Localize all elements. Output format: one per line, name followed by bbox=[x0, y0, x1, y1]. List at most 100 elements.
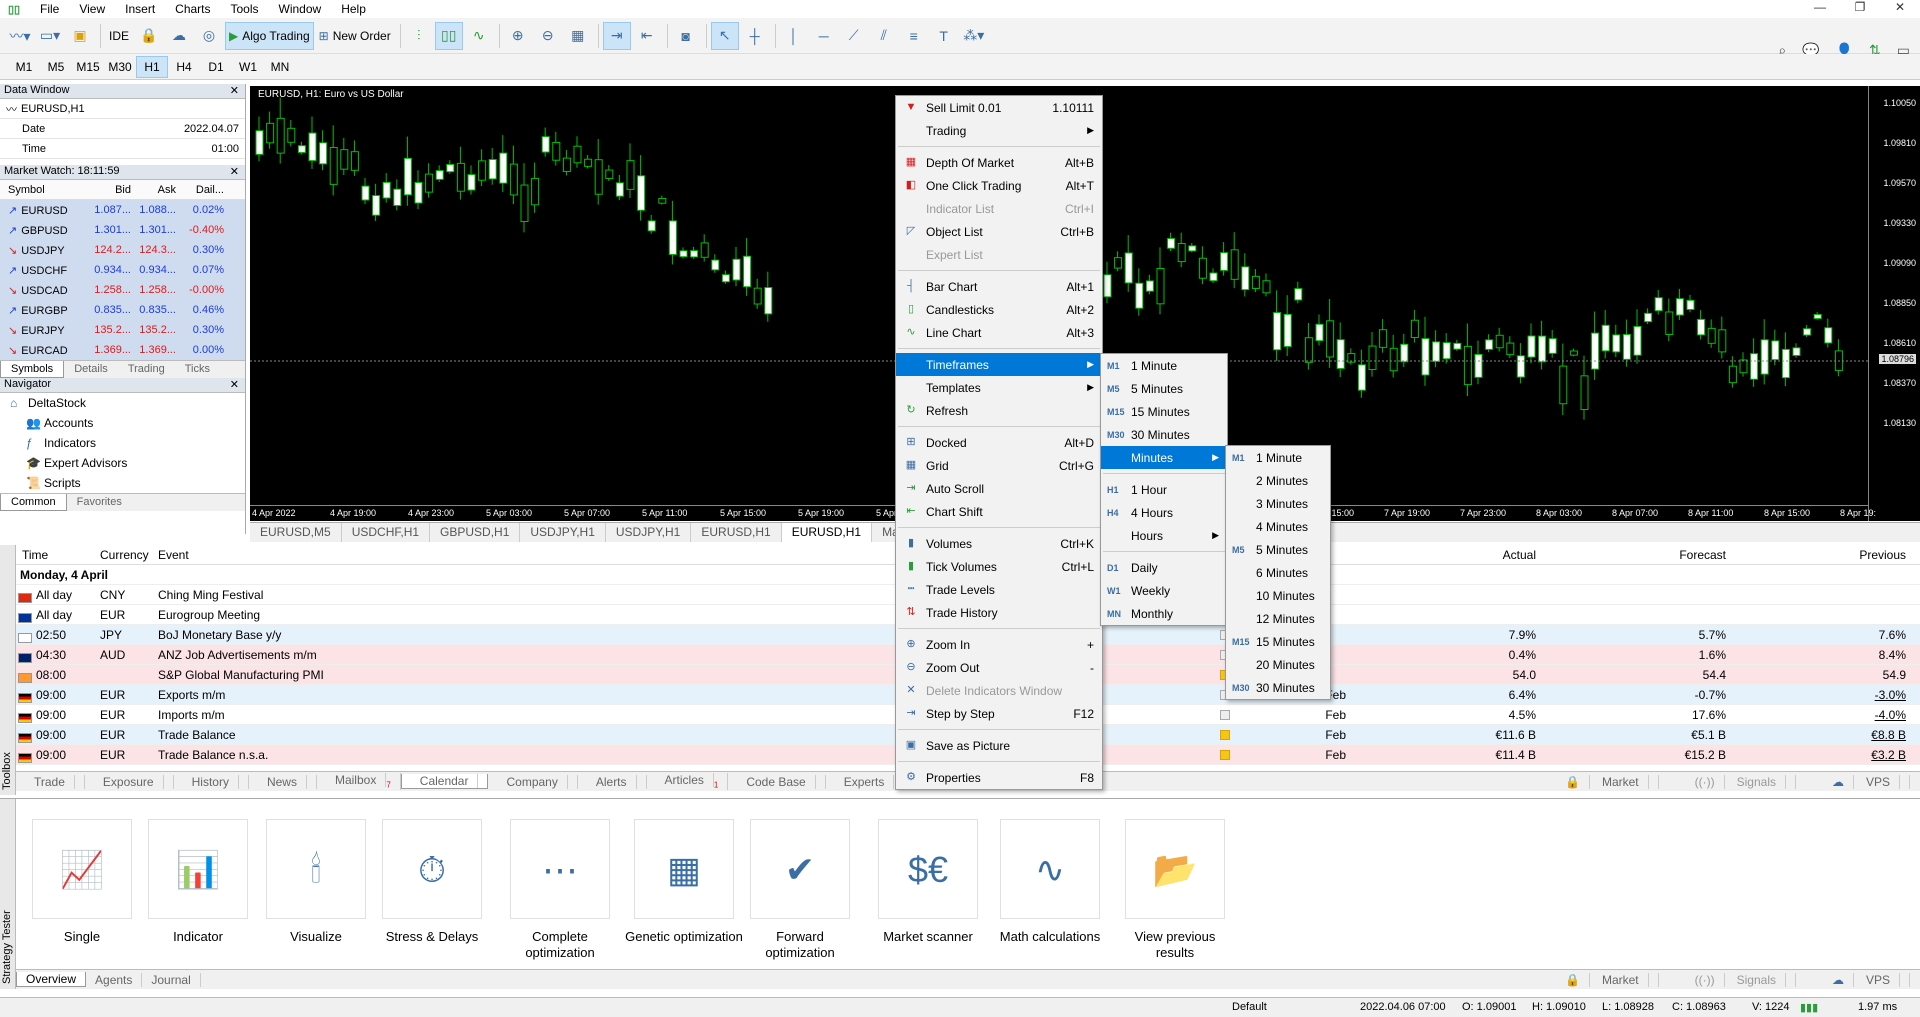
chart-tab[interactable]: USDJPY,H1 bbox=[606, 523, 692, 542]
signals-icon[interactable]: ◎ bbox=[195, 22, 223, 50]
close-icon[interactable]: ✕ bbox=[230, 84, 239, 98]
tf-item-20-minutes[interactable]: 20 Minutes bbox=[1226, 653, 1330, 676]
navigator-item[interactable]: ⌂ DeltaStock bbox=[0, 393, 245, 413]
close-icon[interactable]: ✕ bbox=[230, 165, 239, 179]
ctx-item-properties[interactable]: ⚙ Properties F8 bbox=[896, 766, 1102, 789]
screenshot-icon[interactable]: ◙ bbox=[672, 22, 700, 50]
market-watch-row[interactable]: ↗ EURUSD 1.087... 1.088... 0.02% bbox=[0, 200, 245, 220]
ctx-item-templates[interactable]: Templates ▶ bbox=[896, 376, 1102, 399]
ide-button[interactable]: IDE bbox=[105, 22, 133, 50]
navigator-item[interactable]: 📜 Scripts bbox=[0, 473, 245, 493]
menu-help[interactable]: Help bbox=[341, 2, 366, 16]
market-watch-row[interactable]: ↗ USDCHF 0.934... 0.934... 0.07% bbox=[0, 260, 245, 280]
auto-scroll-icon[interactable]: ⇥ bbox=[602, 21, 631, 50]
tf-item-5-minutes[interactable]: M5 5 Minutes bbox=[1226, 538, 1330, 561]
ctx-item-sell-limit-0-01[interactable]: ▼ Sell Limit 0.01 1.10111 bbox=[896, 96, 1102, 119]
ctx-item-refresh[interactable]: ↻ Refresh bbox=[896, 399, 1102, 422]
ctx-item-save-as-picture[interactable]: ▣ Save as Picture bbox=[896, 734, 1102, 757]
tab-history[interactable]: History bbox=[174, 774, 249, 789]
shapes-icon[interactable]: ⁂▾ bbox=[960, 22, 988, 50]
lock-icon[interactable]: 🔒 bbox=[135, 22, 163, 50]
tile-icon[interactable]: ▦ bbox=[564, 22, 592, 50]
tab-experts[interactable]: Experts bbox=[826, 774, 905, 789]
restore-icon[interactable]: ❐ bbox=[1840, 0, 1880, 14]
menu-charts[interactable]: Charts bbox=[175, 2, 210, 16]
link-vps[interactable]: ☁ VPS bbox=[1814, 774, 1910, 789]
tf-item-4-minutes[interactable]: 4 Minutes bbox=[1226, 515, 1330, 538]
tab-agents[interactable]: Agents bbox=[86, 972, 143, 987]
tf-item-weekly[interactable]: W1 Weekly bbox=[1101, 579, 1227, 602]
tf-item-daily[interactable]: D1 Daily bbox=[1101, 556, 1227, 579]
tab-mailbox[interactable]: Mailbox 7 bbox=[317, 773, 401, 790]
market-watch-row[interactable]: ↘ EURCAD 1.369... 1.369... 0.00% bbox=[0, 340, 245, 360]
ctx-item-grid[interactable]: ▦ Grid Ctrl+G bbox=[896, 454, 1102, 477]
chart-tab[interactable]: EURUSD,H1 bbox=[691, 523, 782, 542]
ctx-item-trade-history[interactable]: ⇅ Trade History bbox=[896, 601, 1102, 624]
link-market[interactable]: 🔒 Market bbox=[1547, 972, 1659, 987]
tab-exposure[interactable]: Exposure bbox=[85, 774, 174, 789]
tf-item-4-hours[interactable]: H4 4 Hours bbox=[1101, 501, 1227, 524]
timeframe-h4[interactable]: H4 bbox=[168, 56, 200, 78]
tester-card-visualize[interactable]: 🕯 bbox=[266, 819, 366, 919]
ctx-item-chart-shift[interactable]: ⇤ Chart Shift bbox=[896, 500, 1102, 523]
chart-tab[interactable]: EURUSD,H1 bbox=[781, 523, 873, 542]
timeframe-d1[interactable]: D1 bbox=[200, 56, 232, 78]
tab-symbols[interactable]: Symbols bbox=[0, 361, 65, 378]
horizontal-line-icon[interactable]: ─ bbox=[810, 22, 838, 50]
mw-col-header[interactable]: Ask bbox=[131, 184, 176, 196]
tf-item-15-minutes[interactable]: M15 15 Minutes bbox=[1101, 400, 1227, 423]
tab-overview[interactable]: Overview bbox=[16, 972, 87, 987]
ctx-item-trading[interactable]: Trading ▶ bbox=[896, 119, 1102, 142]
tf-item-1-hour[interactable]: H1 1 Hour bbox=[1101, 478, 1227, 501]
tf-item-30-minutes[interactable]: M30 30 Minutes bbox=[1101, 423, 1227, 446]
ctx-item-docked[interactable]: ⊞ Docked Alt+D bbox=[896, 431, 1102, 454]
col-forecast[interactable]: Forecast bbox=[1596, 548, 1726, 562]
crosshair-icon[interactable]: ┼ bbox=[741, 22, 769, 50]
tester-card-forward-optimization[interactable]: ✔ bbox=[750, 819, 850, 919]
menu-view[interactable]: View bbox=[79, 2, 105, 16]
channel-icon[interactable]: ⫽ bbox=[870, 22, 898, 50]
ctx-item-expert-list[interactable]: Expert List bbox=[896, 243, 1102, 266]
tester-card-math-calculations[interactable]: ∿ bbox=[1000, 819, 1100, 919]
tab-company[interactable]: Company bbox=[488, 774, 578, 789]
ctx-item-auto-scroll[interactable]: ⇥ Auto Scroll bbox=[896, 477, 1102, 500]
ctx-item-zoom-out[interactable]: ⊖ Zoom Out - bbox=[896, 656, 1102, 679]
tab-trade[interactable]: Trade bbox=[16, 774, 85, 789]
tf-item-10-minutes[interactable]: 10 Minutes bbox=[1226, 584, 1330, 607]
mw-col-header[interactable]: Dail... bbox=[176, 184, 228, 196]
tester-card-indicator[interactable]: 📊 bbox=[148, 819, 248, 919]
market-watch-row[interactable]: ↘ USDJPY 124.2... 124.3... 0.30% bbox=[0, 240, 245, 260]
link-vps[interactable]: ☁ VPS bbox=[1814, 972, 1910, 987]
link-signals[interactable]: ((·)) Signals bbox=[1677, 774, 1796, 789]
tf-item-15-minutes[interactable]: M15 15 Minutes bbox=[1226, 630, 1330, 653]
ctx-item-line-chart[interactable]: ∿ Line Chart Alt+3 bbox=[896, 321, 1102, 344]
tester-card-complete-optimization[interactable]: ⋯ bbox=[510, 819, 610, 919]
fibonacci-icon[interactable]: ≡ bbox=[900, 22, 928, 50]
chart-tab[interactable]: USDCHF,H1 bbox=[342, 523, 431, 542]
ctx-item-delete-indicators-window[interactable]: ✕ Delete Indicators Window bbox=[896, 679, 1102, 702]
timeframe-mn[interactable]: MN bbox=[264, 56, 296, 78]
menu-file[interactable]: File bbox=[40, 2, 59, 16]
navigator-item[interactable]: ƒ Indicators bbox=[0, 433, 245, 453]
tab-ticks[interactable]: Ticks bbox=[175, 361, 220, 378]
timeframe-w1[interactable]: W1 bbox=[232, 56, 264, 78]
ctx-item-trade-levels[interactable]: ┅ Trade Levels bbox=[896, 578, 1102, 601]
close-icon[interactable]: ✕ bbox=[230, 378, 239, 392]
mw-col-header[interactable]: Bid bbox=[86, 184, 131, 196]
tab-code-base[interactable]: Code Base bbox=[728, 774, 826, 789]
ctx-item-depth-of-market[interactable]: ▦ Depth Of Market Alt+B bbox=[896, 151, 1102, 174]
ctx-item-timeframes[interactable]: Timeframes ▶ bbox=[896, 353, 1102, 376]
ctx-item-zoom-in[interactable]: ⊕ Zoom In + bbox=[896, 633, 1102, 656]
col-currency[interactable]: Currency bbox=[100, 548, 158, 562]
col-event[interactable]: Event bbox=[158, 548, 918, 562]
tf-item-12-minutes[interactable]: 12 Minutes bbox=[1226, 607, 1330, 630]
close-icon[interactable]: ✕ bbox=[1880, 0, 1920, 14]
timeframe-m1[interactable]: M1 bbox=[8, 56, 40, 78]
tf-item-5-minutes[interactable]: M5 5 Minutes bbox=[1101, 377, 1227, 400]
chart-tab[interactable]: USDJPY,H1 bbox=[520, 523, 606, 542]
tester-card-genetic-optimization[interactable]: ▦ bbox=[634, 819, 734, 919]
new-order-button[interactable]: ⊞ New Order bbox=[316, 22, 394, 50]
timeframe-h1[interactable]: H1 bbox=[136, 55, 168, 78]
col-previous[interactable]: Previous bbox=[1776, 548, 1906, 562]
tester-card-view-previous-results[interactable]: 📂 bbox=[1125, 819, 1225, 919]
